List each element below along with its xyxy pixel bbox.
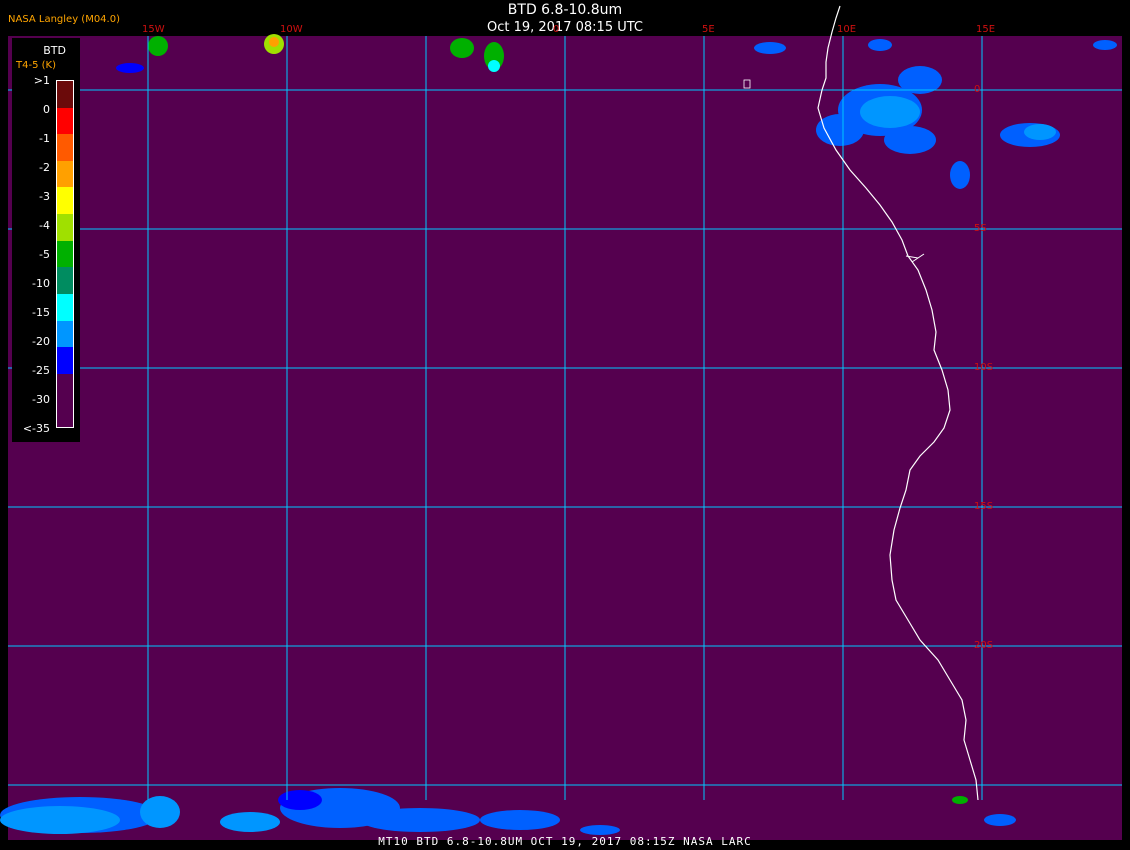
cloud-patch: [952, 796, 968, 804]
cloud-patch: [1093, 40, 1117, 50]
cloud-patch: [278, 790, 322, 810]
legend-swatch: [57, 347, 73, 375]
legend-title: BTD: [43, 44, 66, 57]
cloud-patch: [884, 126, 936, 154]
legend-swatch: [57, 293, 73, 322]
cloud-patch: [0, 806, 120, 834]
satellite-map: [0, 5, 1122, 840]
legend-swatch: [57, 81, 73, 109]
legend-label: -4: [39, 219, 50, 232]
legend-label: 0: [43, 103, 50, 116]
cloud-patch: [480, 810, 560, 830]
legend-label: -3: [39, 190, 50, 203]
cloud-patch: [450, 38, 474, 58]
legend-swatch: [57, 240, 73, 268]
cloud-patch: [140, 796, 180, 828]
cloud-patch: [1024, 124, 1056, 140]
legend-label: -2: [39, 161, 50, 174]
map-title: BTD 6.8-10.8um: [507, 2, 623, 18]
cloud-patch: [984, 814, 1016, 826]
latitude-label: 5S: [974, 223, 987, 234]
longitude-label: 0: [553, 24, 560, 35]
latitude-label: 10S: [974, 362, 994, 373]
legend-label: <-35: [22, 422, 50, 435]
latitude-label: 15S: [974, 501, 994, 512]
legend-swatch: [57, 267, 73, 295]
legend-swatch: [57, 320, 73, 348]
map-datetime: Oct 19, 2017 08:15 UTC: [487, 20, 643, 35]
cloud-patch: [116, 63, 144, 73]
color-legend: BTD T4-5 (K) >1 0 -1 -2 -3 -4 -5 -10 -15 -20 -25 -3…: [12, 38, 80, 442]
legend-label: -1: [39, 132, 50, 145]
legend-swatch: [57, 187, 73, 215]
latitude-label: 20S: [974, 640, 994, 651]
cloud-patch: [269, 37, 279, 47]
credit-label: NASA Langley (M04.0): [8, 14, 120, 25]
cloud-patch: [580, 825, 620, 835]
legend-label: -5: [39, 248, 50, 261]
cloud-patch: [868, 39, 892, 51]
longitude-label: 10W: [280, 24, 303, 35]
cloud-patch: [860, 96, 920, 128]
legend-label: -15: [32, 306, 50, 319]
longitude-label: 15W: [142, 24, 165, 35]
footer-caption: MT10 BTD 6.8-10.8UM OCT 19, 2017 08:15Z …: [378, 835, 752, 848]
legend-label: >1: [33, 74, 50, 87]
legend-swatch: [57, 373, 73, 401]
cloud-patch: [950, 161, 970, 189]
cloud-patch: [360, 808, 480, 832]
legend-label: -25: [32, 364, 50, 377]
longitude-label: 5E: [702, 24, 715, 35]
legend-swatch: [57, 134, 73, 162]
longitude-label: 10E: [837, 24, 857, 35]
cloud-patch: [488, 60, 500, 72]
legend-subtitle: T4-5 (K): [16, 60, 56, 71]
legend-swatch: [57, 214, 73, 242]
longitude-label: 15E: [976, 24, 996, 35]
legend-swatch: [57, 160, 73, 188]
legend-swatch: [57, 107, 73, 135]
legend-swatch: [57, 400, 73, 428]
cloud-patch: [220, 812, 280, 832]
latitude-label: 0: [974, 84, 981, 95]
cloud-patch: [754, 42, 786, 54]
legend-label: -30: [32, 393, 50, 406]
legend-colorbar: [56, 80, 74, 428]
cloud-patch: [148, 36, 168, 56]
cloud-patch: [816, 114, 864, 146]
legend-label: -20: [32, 335, 50, 348]
legend-label: -10: [32, 277, 50, 290]
